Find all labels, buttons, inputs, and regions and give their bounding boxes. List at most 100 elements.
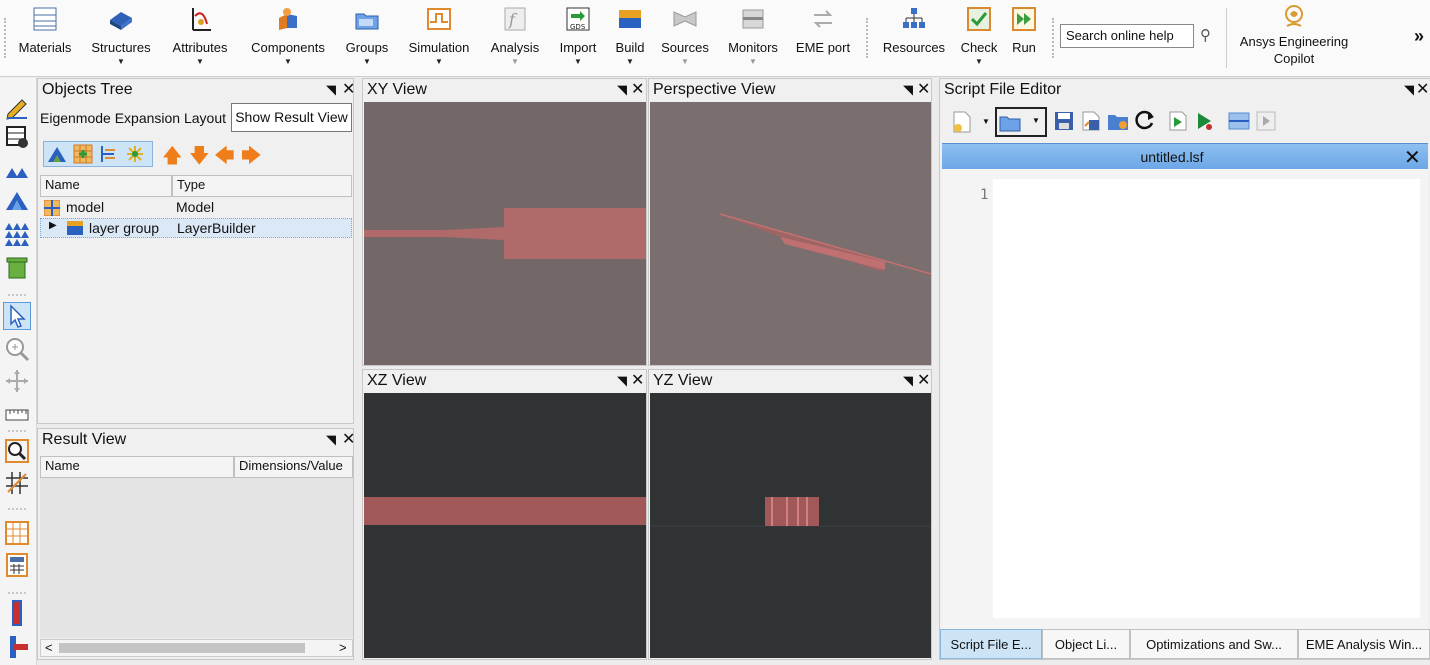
build-button[interactable]: Build ▼ xyxy=(610,4,650,74)
float-icon[interactable]: ◥ xyxy=(326,82,336,98)
split-view-icon[interactable] xyxy=(1228,111,1250,131)
step-icon[interactable] xyxy=(1256,111,1276,131)
view-triangles-icon[interactable] xyxy=(4,160,30,186)
ribbon-overflow-button[interactable]: » xyxy=(1414,26,1424,47)
col-type-header[interactable]: Type xyxy=(172,175,352,197)
editor-tab-bar[interactable]: untitled.lsf ✕ xyxy=(942,143,1428,170)
save-icon[interactable] xyxy=(1054,111,1074,131)
tab-optimizations-sweeps[interactable]: Optimizations and Sw... xyxy=(1130,629,1298,659)
folder-settings-icon[interactable] xyxy=(1107,111,1129,131)
materials-button[interactable]: Materials xyxy=(14,4,76,74)
chevron-down-icon[interactable]: ▼ xyxy=(117,57,125,66)
vertical-bar-icon[interactable] xyxy=(4,600,30,626)
col-dimensions-header[interactable]: Dimensions/Value xyxy=(234,456,353,478)
select-tool-button[interactable] xyxy=(3,302,31,330)
show-result-view-button[interactable]: Show Result View xyxy=(231,103,352,132)
float-icon[interactable]: ◥ xyxy=(326,432,336,448)
chevron-down-icon[interactable]: ▼ xyxy=(196,57,204,66)
pencil-icon[interactable] xyxy=(4,94,30,120)
chevron-down-icon[interactable]: ▼ xyxy=(749,57,757,66)
analysis-button[interactable]: f Analysis ▼ xyxy=(484,4,546,74)
xz-view-canvas[interactable] xyxy=(364,393,646,658)
chevron-down-icon[interactable]: ▼ xyxy=(975,57,983,66)
pan-move-icon[interactable] xyxy=(4,368,30,394)
calculator-icon[interactable] xyxy=(4,552,30,578)
ruler-icon[interactable] xyxy=(4,400,30,426)
col-name-header[interactable]: Name xyxy=(40,175,172,197)
horizontal-scrollbar[interactable]: < > xyxy=(40,639,353,657)
run-button[interactable]: Run xyxy=(1006,4,1042,74)
refresh-icon[interactable] xyxy=(1134,109,1156,131)
close-icon[interactable]: ✕ xyxy=(631,370,644,390)
grid-icon[interactable] xyxy=(4,470,30,496)
chevron-down-icon[interactable]: ▼ xyxy=(626,57,634,66)
chevron-down-icon[interactable]: ▼ xyxy=(511,57,519,66)
move-left-icon[interactable]: 🡄 xyxy=(214,141,235,175)
search-input[interactable]: Search online help xyxy=(1060,24,1194,48)
tab-eme-analysis-window[interactable]: EME Analysis Win... xyxy=(1298,629,1430,659)
run-to-cursor-icon[interactable] xyxy=(1195,111,1215,131)
expand-arrow-icon[interactable]: ▶ xyxy=(49,220,57,231)
attributes-button[interactable]: Attributes ▼ xyxy=(166,4,234,74)
scrollbar-thumb[interactable] xyxy=(59,643,305,653)
close-icon[interactable]: ✕ xyxy=(917,79,930,99)
float-icon[interactable]: ◥ xyxy=(903,373,913,389)
tab-script-file-editor[interactable]: Script File E... xyxy=(940,629,1042,659)
close-icon[interactable]: ✕ xyxy=(631,79,644,99)
xy-view-canvas[interactable] xyxy=(364,102,646,365)
chevron-down-icon[interactable]: ▼ xyxy=(363,57,371,66)
run-script-icon[interactable] xyxy=(1168,111,1188,131)
monitors-button[interactable]: Monitors ▼ xyxy=(722,4,784,74)
save-as-icon[interactable] xyxy=(1081,111,1101,131)
col-name-header[interactable]: Name xyxy=(40,456,234,478)
import-button[interactable]: GDS Import ▼ xyxy=(552,4,604,74)
chevron-down-icon[interactable]: ▼ xyxy=(574,57,582,66)
chevron-down-icon[interactable]: ▼ xyxy=(435,57,443,66)
horizontal-layout-icon[interactable] xyxy=(4,634,30,660)
search-icon[interactable]: ⚲ xyxy=(1200,26,1211,44)
close-icon[interactable]: ✕ xyxy=(917,370,930,390)
move-down-icon[interactable]: 🡇 xyxy=(189,141,210,175)
perspective-view-canvas[interactable] xyxy=(650,102,931,365)
add-star-icon[interactable] xyxy=(125,144,145,164)
close-icon[interactable]: ✕ xyxy=(342,79,355,99)
scroll-left-icon[interactable]: < xyxy=(45,640,53,655)
trash-icon[interactable] xyxy=(4,254,30,280)
move-right-icon[interactable]: 🡆 xyxy=(241,141,262,175)
tree-row-model[interactable]: model Model xyxy=(40,198,352,218)
float-icon[interactable]: ◥ xyxy=(617,82,627,98)
add-mountain-icon[interactable] xyxy=(47,144,67,164)
check-button[interactable]: Check ▼ xyxy=(956,4,1002,74)
float-icon[interactable]: ◥ xyxy=(617,373,627,389)
close-icon[interactable]: ✕ xyxy=(342,429,355,449)
chevron-down-icon[interactable]: ▼ xyxy=(681,57,689,66)
float-icon[interactable]: ◥ xyxy=(903,82,913,98)
components-button[interactable]: Components ▼ xyxy=(244,4,332,74)
chevron-down-icon[interactable]: ▼ xyxy=(982,117,990,126)
tab-object-library[interactable]: Object Li... xyxy=(1042,629,1130,659)
close-tab-icon[interactable]: ✕ xyxy=(1404,145,1421,170)
scroll-right-icon[interactable]: > xyxy=(339,640,347,655)
tree-row-layer-group[interactable]: ▶ layer group LayerBuilder xyxy=(40,218,352,238)
layout-grid-icon[interactable] xyxy=(4,520,30,546)
mountain-icon[interactable] xyxy=(4,188,30,214)
copilot-button[interactable]: Ansys Engineering Copilot xyxy=(1232,2,1356,66)
zoom-extent-icon[interactable] xyxy=(4,438,30,464)
sources-button[interactable]: Sources ▼ xyxy=(656,4,714,74)
add-grid-icon[interactable] xyxy=(73,144,93,164)
object-table-icon[interactable] xyxy=(4,124,30,150)
float-icon[interactable]: ◥ xyxy=(1404,82,1414,98)
simulation-button[interactable]: Simulation ▼ xyxy=(402,4,476,74)
script-text-area[interactable] xyxy=(993,179,1420,618)
chevron-down-icon[interactable]: ▼ xyxy=(284,57,292,66)
move-up-icon[interactable]: 🡅 xyxy=(162,141,183,175)
groups-button[interactable]: Groups ▼ xyxy=(340,4,394,74)
close-icon[interactable]: ✕ xyxy=(1416,79,1429,99)
editor-tab-filename[interactable]: untitled.lsf xyxy=(942,149,1402,165)
resources-button[interactable]: Resources xyxy=(876,4,952,74)
multi-triangles-icon[interactable] xyxy=(4,220,30,246)
open-file-button[interactable]: ▼ xyxy=(995,107,1047,137)
add-axis-icon[interactable] xyxy=(99,144,119,164)
structures-button[interactable]: Structures ▼ xyxy=(86,4,156,74)
yz-view-canvas[interactable] xyxy=(650,393,931,658)
